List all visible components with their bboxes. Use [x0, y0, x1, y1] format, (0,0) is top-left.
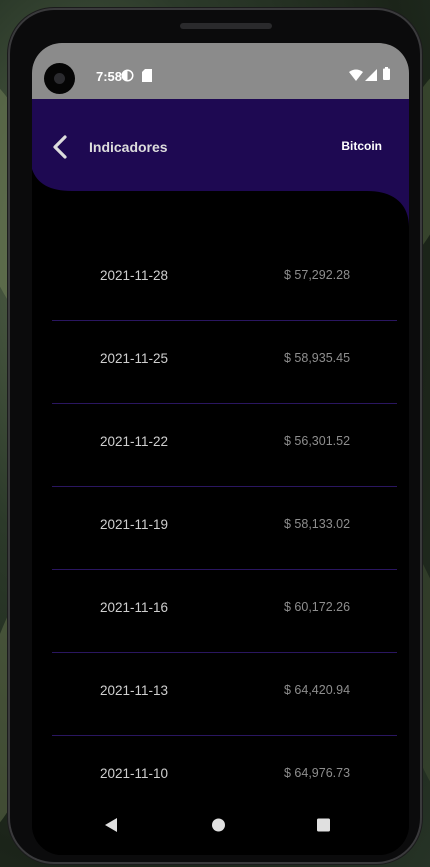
- list-item[interactable]: 2021-11-19 $ 58,133.02: [52, 487, 397, 570]
- row-date: 2021-11-10: [100, 766, 169, 781]
- battery-icon: [383, 67, 390, 85]
- nav-home-button[interactable]: [211, 817, 226, 838]
- list-item[interactable]: 2021-11-22 $ 56,301.52: [52, 404, 397, 487]
- indicator-name-label: Bitcoin: [341, 139, 382, 153]
- sim-card-icon: [142, 69, 152, 87]
- row-price: $ 64,420.94: [284, 683, 351, 697]
- triangle-back-icon: [105, 818, 117, 832]
- page-title: Indicadores: [89, 139, 168, 155]
- app-bar: Indicadores Bitcoin: [32, 99, 409, 227]
- nav-recents-button[interactable]: [316, 817, 331, 838]
- row-date: 2021-11-22: [100, 434, 169, 449]
- status-bar: 7:58: [32, 43, 409, 99]
- app-bar-background: [32, 99, 409, 227]
- square-recents-icon: [317, 818, 330, 832]
- row-price: $ 57,292.28: [284, 268, 351, 282]
- indicator-values-list: 2021-11-28 $ 57,292.28 2021-11-25 $ 58,9…: [52, 238, 397, 818]
- list-item[interactable]: 2021-11-28 $ 57,292.28: [52, 238, 397, 321]
- earpiece-speaker: [180, 23, 272, 29]
- notification-icon: [121, 69, 134, 87]
- row-date: 2021-11-28: [100, 268, 169, 283]
- wifi-icon: [349, 68, 363, 86]
- back-button[interactable]: [50, 134, 72, 160]
- status-time: 7:58: [96, 69, 123, 84]
- row-date: 2021-11-13: [100, 683, 169, 698]
- chevron-left-icon: [53, 135, 67, 159]
- signal-icon: [365, 68, 377, 86]
- row-price: $ 60,172.26: [284, 600, 351, 614]
- row-price: $ 58,133.02: [284, 517, 351, 531]
- row-date: 2021-11-16: [100, 600, 169, 615]
- list-item[interactable]: 2021-11-13 $ 64,420.94: [52, 653, 397, 736]
- nav-back-button[interactable]: [104, 817, 118, 838]
- system-navigation-bar: [32, 795, 409, 855]
- row-price: $ 56,301.52: [284, 434, 351, 448]
- screen: 7:58 Indicadores Bitcoin 2021-11-28 $ 57…: [32, 43, 409, 855]
- row-price: $ 64,976.73: [284, 766, 351, 780]
- row-date: 2021-11-19: [100, 517, 169, 532]
- phone-frame: 7:58 Indicadores Bitcoin 2021-11-28 $ 57…: [10, 10, 420, 862]
- list-item[interactable]: 2021-11-16 $ 60,172.26: [52, 570, 397, 653]
- row-date: 2021-11-25: [100, 351, 169, 366]
- list-item[interactable]: 2021-11-25 $ 58,935.45: [52, 321, 397, 404]
- front-camera: [44, 63, 75, 94]
- row-price: $ 58,935.45: [284, 351, 351, 365]
- circle-home-icon: [212, 818, 225, 832]
